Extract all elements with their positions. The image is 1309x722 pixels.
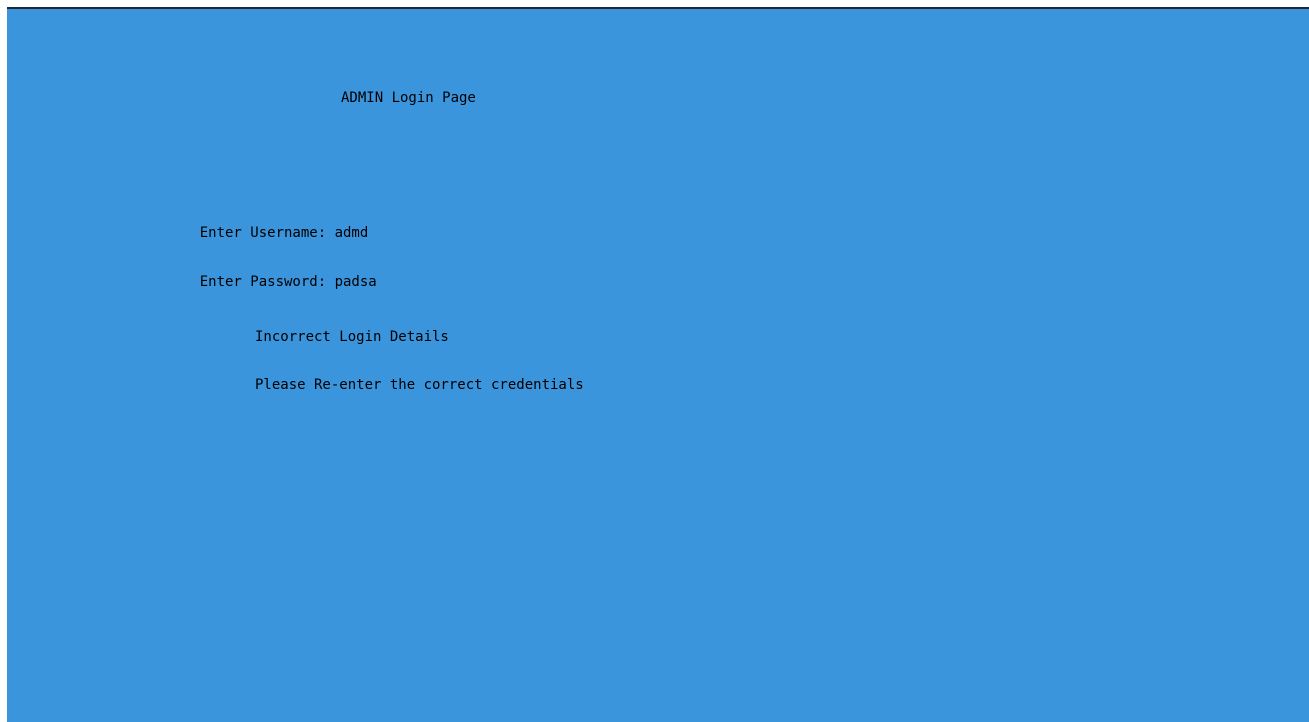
password-value[interactable]: padsa [335, 274, 377, 290]
username-label: Enter Username: [199, 225, 335, 241]
username-value[interactable]: admd [335, 225, 369, 241]
page-title: ADMIN Login Page [341, 90, 476, 106]
password-prompt[interactable]: Enter Password: padsa [166, 255, 377, 309]
console-screen: ADMIN Login Page Enter Username: admd En… [7, 7, 1309, 722]
username-prompt[interactable]: Enter Username: admd [166, 206, 369, 260]
error-title: Incorrect Login Details [255, 329, 449, 345]
password-label: Enter Password: [199, 274, 335, 290]
error-message: Please Re-enter the correct credentials [255, 377, 584, 393]
